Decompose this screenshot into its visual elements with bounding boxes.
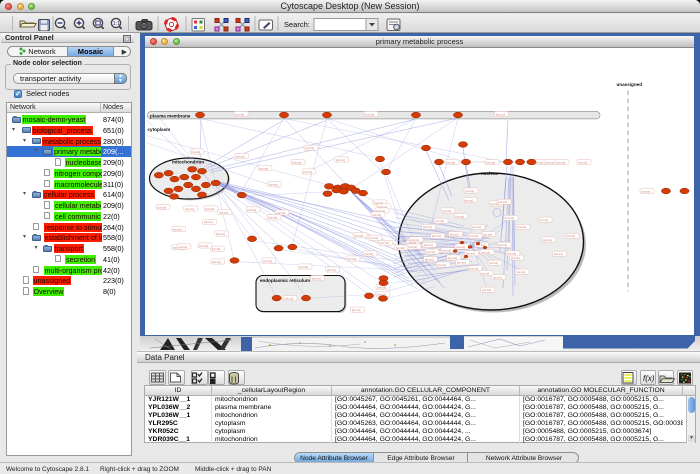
svg-text:[xx:xx]: [xx:xx]: [212, 259, 221, 263]
svg-text:[xx:xx]: [xx:xx]: [540, 218, 549, 222]
svg-text:[xx:xx]: [xx:xx]: [511, 255, 520, 259]
svg-text:[xx:xx]: [xx:xx]: [424, 243, 433, 247]
svg-text:[xx:xx]: [xx:xx]: [348, 256, 357, 260]
svg-text:[xx:xx]: [xx:xx]: [366, 112, 375, 116]
svg-text:[xx:xx]: [xx:xx]: [517, 270, 526, 274]
svg-text:[xx:xx]: [xx:xx]: [443, 248, 452, 252]
svg-text:[xx:xx]: [xx:xx]: [204, 220, 213, 224]
svg-text:[xx:xx]: [xx:xx]: [269, 215, 278, 219]
svg-text:[xx:xx]: [xx:xx]: [192, 149, 201, 153]
svg-text:[xx:xx]: [xx:xx]: [336, 157, 345, 161]
svg-text:[xx:xx]: [xx:xx]: [448, 255, 457, 259]
svg-text:[xx:xx]: [xx:xx]: [487, 160, 496, 164]
svg-text:[xx:xx]: [xx:xx]: [447, 160, 456, 164]
svg-text:plasma membrane: plasma membrane: [150, 113, 191, 118]
svg-text:[xx:xx]: [xx:xx]: [216, 231, 225, 235]
svg-text:f(x): f(x): [643, 374, 655, 383]
svg-text:[xx:xx]: [xx:xx]: [277, 210, 286, 214]
svg-text:[xx:xx]: [xx:xx]: [438, 262, 447, 266]
svg-text:[xx:xx]: [xx:xx]: [427, 249, 436, 253]
svg-text:unassigned: unassigned: [617, 82, 643, 87]
svg-text:[xx:xx]: [xx:xx]: [481, 271, 490, 275]
svg-text:[xx:xx]: [xx:xx]: [269, 182, 278, 186]
svg-text:1:1: 1:1: [113, 21, 120, 27]
svg-text:[xx:xx]: [xx:xx]: [508, 251, 517, 255]
svg-text:[xx:xx]: [xx:xx]: [411, 237, 420, 241]
svg-text:[xx:xx]: [xx:xx]: [557, 160, 566, 164]
svg-text:[xx:xx]: [xx:xx]: [518, 225, 527, 229]
svg-text:[xx:xx]: [xx:xx]: [293, 160, 302, 164]
svg-text:[xx:xx]: [xx:xx]: [443, 208, 452, 212]
svg-text:[xx:xx]: [xx:xx]: [365, 251, 374, 255]
svg-text:Search:: Search:: [284, 20, 310, 29]
svg-text:[xx:xx]: [xx:xx]: [304, 169, 313, 173]
svg-text:[xx:xx]: [xx:xx]: [470, 266, 479, 270]
svg-text:[xx:xx]: [xx:xx]: [473, 225, 482, 229]
svg-text:[xx:xx]: [xx:xx]: [506, 216, 515, 220]
svg-text:[xx:xx]: [xx:xx]: [285, 296, 294, 300]
svg-text:[xx:xx]: [xx:xx]: [312, 276, 321, 280]
svg-text:[xx:xx]: [xx:xx]: [370, 236, 379, 240]
svg-text:[xx:xx]: [xx:xx]: [236, 112, 245, 116]
svg-text:[xx:xx]: [xx:xx]: [579, 160, 588, 164]
svg-text:[xx:xx]: [xx:xx]: [496, 112, 505, 116]
svg-text:[xx:xx]: [xx:xx]: [179, 244, 188, 248]
svg-text:[xx:xx]: [xx:xx]: [380, 241, 389, 245]
svg-text:cytoplasm: cytoplasm: [148, 127, 171, 132]
svg-text:[xx:xx]: [xx:xx]: [236, 154, 245, 158]
svg-text:endoplasmic reticulum: endoplasmic reticulum: [260, 278, 310, 283]
svg-text:[xx:xx]: [xx:xx]: [260, 166, 269, 170]
svg-text:[xx:xx]: [xx:xx]: [206, 206, 215, 210]
svg-text:[xx:xx]: [xx:xx]: [200, 243, 209, 247]
svg-text:[xx:xx]: [xx:xx]: [248, 207, 257, 211]
svg-text:[xx:xx]: [xx:xx]: [567, 234, 576, 238]
svg-text:[xx:xx]: [xx:xx]: [263, 258, 272, 262]
svg-text:[xx:xx]: [xx:xx]: [457, 244, 466, 248]
svg-text:[xx:xx]: [xx:xx]: [483, 232, 492, 236]
svg-text:[xx:xx]: [xx:xx]: [543, 237, 552, 241]
svg-text:[xx:xx]: [xx:xx]: [554, 252, 563, 256]
svg-text:[xx:xx]: [xx:xx]: [499, 243, 508, 247]
svg-text:[xx:xx]: [xx:xx]: [300, 264, 309, 268]
svg-text:[xx:xx]: [xx:xx]: [306, 146, 315, 150]
svg-text:[xx:xx]: [xx:xx]: [456, 214, 465, 218]
svg-text:[xx:xx]: [xx:xx]: [436, 219, 445, 223]
svg-text:[xx:xx]: [xx:xx]: [423, 225, 432, 229]
svg-text:[xx:xx]: [xx:xx]: [457, 260, 466, 264]
svg-text:[xx:xx]: [xx:xx]: [642, 189, 651, 193]
svg-text:[xx:xx]: [xx:xx]: [499, 200, 508, 204]
svg-text:[xx:xx]: [xx:xx]: [546, 160, 555, 164]
svg-text:[xx:xx]: [xx:xx]: [465, 198, 474, 202]
svg-text:[xx:xx]: [xx:xx]: [352, 308, 361, 312]
svg-text:[xx:xx]: [xx:xx]: [396, 245, 405, 249]
svg-text:nucleus: nucleus: [481, 171, 499, 176]
svg-text:[xx:xx]: [xx:xx]: [158, 205, 167, 209]
svg-text:[xx:xx]: [xx:xx]: [466, 188, 475, 192]
svg-text:[xx:xx]: [xx:xx]: [470, 234, 479, 238]
svg-text:[xx:xx]: [xx:xx]: [490, 261, 499, 265]
svg-text:mitochondrion: mitochondrion: [172, 159, 204, 164]
svg-text:[xx:xx]: [xx:xx]: [373, 212, 382, 216]
svg-text:[xx:xx]: [xx:xx]: [185, 206, 194, 210]
svg-text:[xx:xx]: [xx:xx]: [432, 234, 441, 238]
svg-text:[xx:xx]: [xx:xx]: [482, 288, 491, 292]
svg-text:[xx:xx]: [xx:xx]: [219, 210, 228, 214]
svg-text:[xx:xx]: [xx:xx]: [173, 227, 182, 231]
svg-text:[xx:xx]: [xx:xx]: [450, 232, 459, 236]
svg-text:[xx:xx]: [xx:xx]: [425, 257, 434, 261]
svg-text:[xx:xx]: [xx:xx]: [409, 244, 418, 248]
svg-text:[xx:xx]: [xx:xx]: [493, 275, 502, 279]
svg-text:[xx:xx]: [xx:xx]: [482, 250, 491, 254]
svg-text:[xx:xx]: [xx:xx]: [466, 251, 475, 255]
svg-text:[xx:xx]: [xx:xx]: [327, 267, 336, 271]
svg-text:[xx:xx]: [xx:xx]: [355, 233, 364, 237]
svg-text:[xx:xx]: [xx:xx]: [212, 247, 221, 251]
